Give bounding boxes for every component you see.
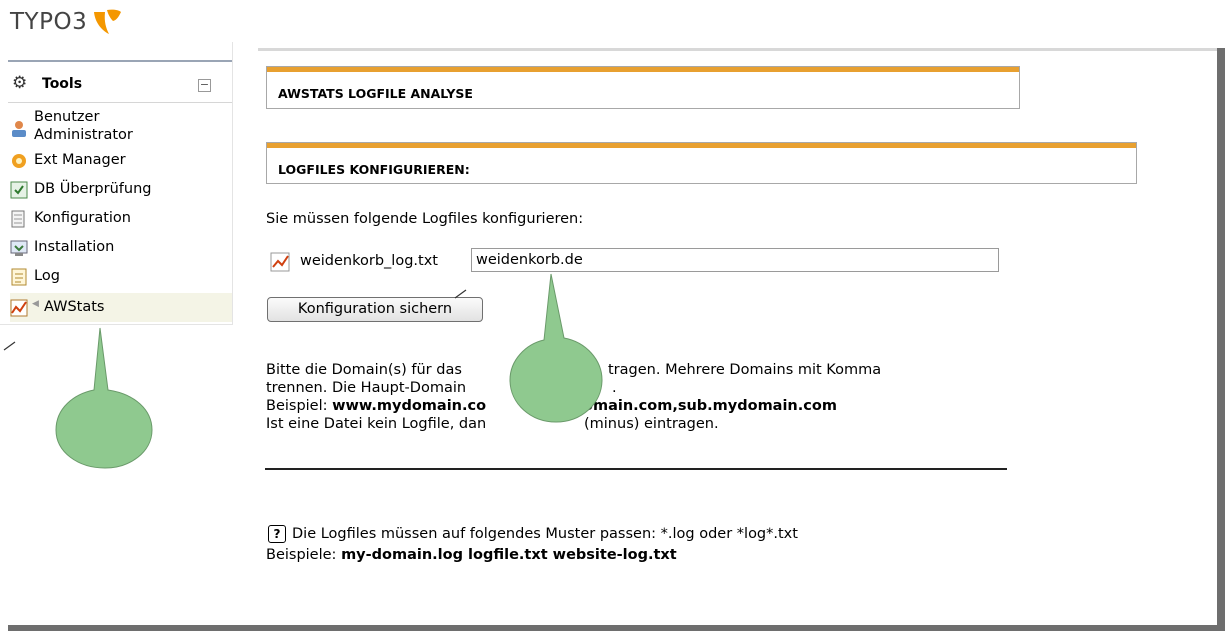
window-shadow-bottom [8, 625, 1225, 631]
section-title: LOGFILES KONFIGURIEREN: [278, 162, 470, 177]
header-separator [258, 48, 1217, 51]
info-line-3: Beispiel: www.mydomain.co [266, 398, 486, 414]
title-accent-bar [267, 67, 1019, 72]
sidebar-item-ext-manager[interactable]: Ext Manager [10, 146, 232, 175]
pointer-mark [454, 289, 467, 299]
example-filenames: my-domain.log logfile.txt website-log.tx… [341, 547, 677, 563]
title-panel: AWSTATS LOGFILE ANALYSE [266, 66, 1020, 109]
example-domains-a: www.mydomain.co [332, 398, 487, 414]
section-accent-bar [267, 143, 1136, 148]
window-shadow-right [1217, 48, 1225, 631]
section-panel: LOGFILES KONFIGURIEREN: [266, 142, 1137, 184]
info-line-1a: Bitte die Domain(s) für das [266, 362, 462, 378]
awstats-icon [10, 299, 28, 317]
tools-section-header[interactable]: ⚙ Tools − [8, 64, 232, 103]
sidebar-item-label: AWStats [44, 299, 105, 315]
info-line-2a: trennen. Die Haupt-Domain [266, 380, 467, 396]
sidebar-item-label-line2: Administrator [34, 127, 133, 143]
logfile-icon [270, 252, 290, 272]
sidebar-item-label: Log [34, 268, 60, 284]
sidebar-item-label-line1: Benutzer [34, 109, 100, 125]
sidebar-item-label: Konfiguration [34, 210, 131, 226]
annotation-balloon-left [55, 327, 153, 469]
sidebar-item-label: Installation [34, 239, 115, 255]
examples-prefix: Beispiele: [266, 547, 342, 563]
installation-icon [10, 240, 28, 256]
help-line-2: Beispiele: my-domain.log logfile.txt web… [266, 547, 677, 563]
db-check-icon [10, 181, 28, 199]
pointer-mark [3, 341, 16, 351]
module-menu: ⚙ Tools − Benutzer Administrator Ext Man… [0, 42, 233, 325]
example-prefix: Beispiel: [266, 398, 333, 414]
configuration-icon [11, 210, 25, 228]
help-icon[interactable]: ? [268, 525, 286, 543]
menu-top-line [8, 60, 232, 62]
sidebar-item-label: Ext Manager [34, 152, 126, 168]
tools-icon: ⚙ [12, 73, 28, 93]
sidebar-item-db-check[interactable]: DB Überprüfung [10, 175, 232, 204]
ext-manager-icon [12, 154, 26, 168]
collapse-icon[interactable]: − [198, 79, 211, 92]
annotation-balloon-center [509, 273, 603, 423]
log-icon [11, 268, 27, 286]
sidebar-item-konfiguration[interactable]: Konfiguration [10, 204, 232, 233]
sidebar-item-benutzer-administrator[interactable]: Benutzer Administrator [10, 108, 232, 146]
info-line-2b: . [612, 380, 617, 396]
domain-input[interactable] [471, 248, 999, 272]
info-line-4a: Ist eine Datei kein Logfile, dan [266, 416, 487, 432]
sidebar-item-log[interactable]: Log [10, 262, 232, 291]
example-domains-b: omain.com,sub.mydomain.com [583, 398, 837, 414]
typo3-logo[interactable]: TYPO3 [10, 8, 123, 36]
typo3-logo-icon [94, 9, 122, 34]
help-line-1: Die Logfiles müssen auf folgendes Muster… [292, 526, 798, 542]
top-bar: TYPO3 [0, 0, 1217, 48]
page-title: AWSTATS LOGFILE ANALYSE [278, 86, 473, 101]
tools-section-title: Tools [42, 76, 83, 92]
divider-line [265, 468, 1007, 470]
user-admin-icon [12, 121, 26, 137]
sidebar-item-installation[interactable]: Installation [10, 233, 232, 262]
info-line-1b: tragen. Mehrere Domains mit Komma [608, 362, 882, 378]
logo-text: TYPO3 [10, 9, 88, 35]
sidebar-item-label: DB Überprüfung [34, 181, 152, 197]
intro-text: Sie müssen folgende Logfiles konfigurier… [266, 211, 584, 227]
sidebar-item-awstats[interactable]: ◀ AWStats [10, 293, 232, 322]
save-configuration-button[interactable]: Konfiguration sichern [267, 297, 483, 322]
logfile-name: weidenkorb_log.txt [300, 253, 438, 269]
active-marker-icon: ◀ [32, 299, 39, 309]
